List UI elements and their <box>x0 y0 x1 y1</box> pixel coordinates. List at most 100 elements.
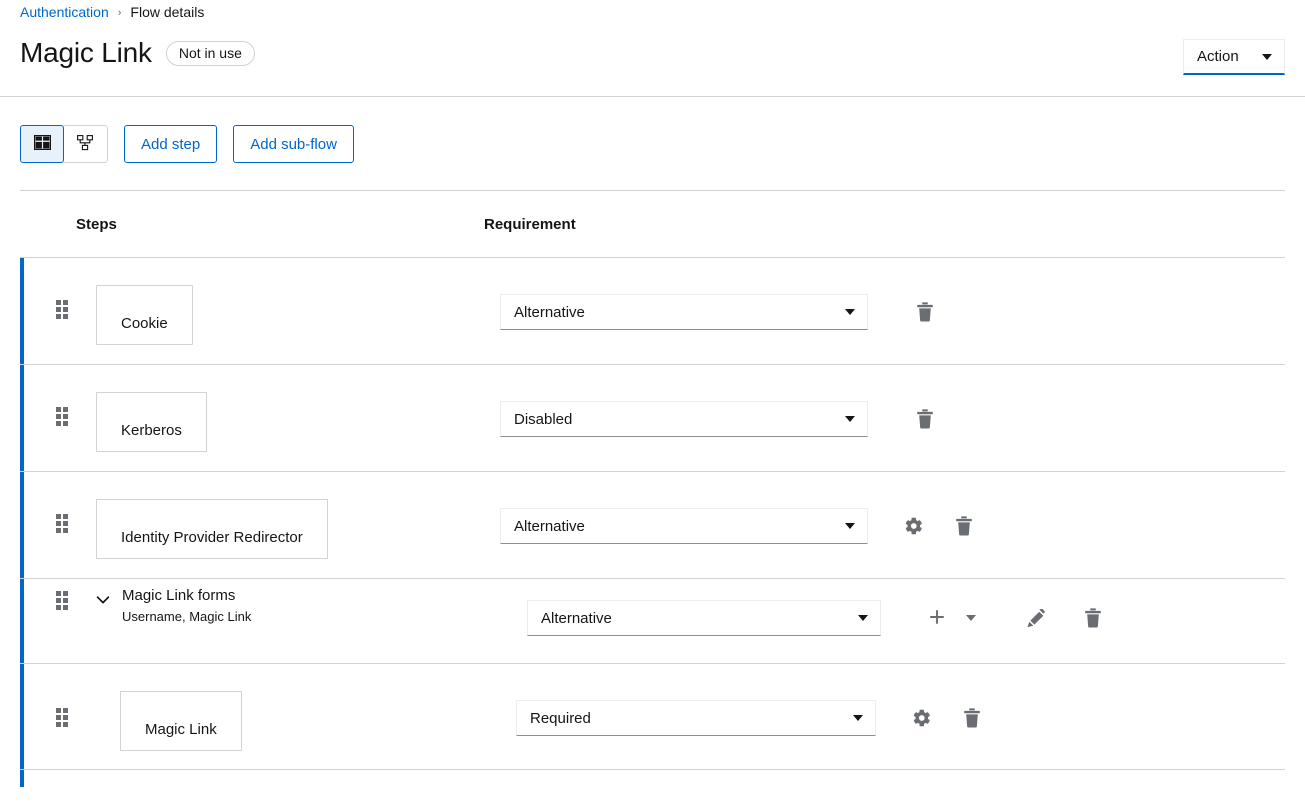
trash-icon[interactable] <box>959 705 985 731</box>
caret-down-icon[interactable] <box>958 605 984 631</box>
plus-icon[interactable] <box>924 605 950 631</box>
page-header: Authentication › Flow details Magic Link… <box>0 0 1305 97</box>
step-cell: Kerberos <box>72 365 464 452</box>
chevron-down-icon <box>845 523 855 529</box>
drag-dot <box>63 314 68 319</box>
gear-icon[interactable] <box>909 705 935 731</box>
drag-dot <box>56 514 61 519</box>
breadcrumb-link-authentication[interactable]: Authentication <box>20 4 109 20</box>
drag-dot <box>63 521 68 526</box>
action-menu-label: Action <box>1197 48 1239 65</box>
requirement-cell: Alternative <box>500 508 977 544</box>
requirement-select-value: Alternative <box>514 517 585 535</box>
drag-handle[interactable] <box>56 407 72 426</box>
diagram-view-toggle[interactable] <box>64 125 108 163</box>
drag-dot <box>56 591 61 596</box>
column-header-steps: Steps <box>76 215 117 233</box>
chevron-down-icon <box>853 715 863 721</box>
title-row: Magic Link Not in use <box>20 36 1285 70</box>
requirement-select[interactable]: Alternative <box>527 600 881 636</box>
step-name-box: Cookie <box>96 285 193 345</box>
drag-dot <box>56 300 61 305</box>
step-name-box: Identity Provider Redirector <box>96 499 328 559</box>
add-subflow-button[interactable]: Add sub-flow <box>233 125 354 163</box>
view-toggle-group <box>20 125 108 163</box>
table-row: Identity Provider Redirector Alternative <box>20 471 1285 578</box>
drag-handle[interactable] <box>56 300 72 319</box>
page-title: Magic Link <box>20 37 152 68</box>
drag-dot <box>63 421 68 426</box>
drag-dot <box>56 598 61 603</box>
table-header-row: Steps Requirement <box>20 191 1285 257</box>
drag-dot <box>56 722 61 727</box>
row-actions <box>901 513 977 539</box>
drag-dot <box>63 307 68 312</box>
requirement-select-value: Required <box>530 709 591 727</box>
requirement-cell: Alternative <box>500 294 938 330</box>
drag-dot <box>56 421 61 426</box>
requirement-select[interactable]: Alternative <box>500 508 868 544</box>
flow-rows: Cookie Alternative Kerberos Disabled Identit… <box>20 257 1285 787</box>
drag-dot <box>56 307 61 312</box>
diagram-view-icon <box>77 134 94 154</box>
requirement-cell: Required <box>516 700 985 736</box>
subflow-header: Magic Link forms Username, Magic Link <box>96 587 464 625</box>
drag-dot <box>63 605 68 610</box>
status-badge: Not in use <box>165 40 255 66</box>
step-name-box: Kerberos <box>96 392 207 452</box>
chevron-down-icon <box>858 615 868 621</box>
trash-icon[interactable] <box>912 299 938 325</box>
requirement-select[interactable]: Required <box>516 700 876 736</box>
drag-dot <box>63 715 68 720</box>
subflow-title: Magic Link forms <box>122 587 236 604</box>
step-cell: Identity Provider Redirector <box>72 472 464 559</box>
breadcrumb: Authentication › Flow details <box>20 0 1285 20</box>
drag-dot <box>56 708 61 713</box>
drag-dot <box>56 407 61 412</box>
drag-dot <box>63 414 68 419</box>
chevron-down-icon <box>1262 53 1272 60</box>
trash-icon[interactable] <box>1080 605 1106 631</box>
drag-dot <box>56 715 61 720</box>
drag-dot <box>63 528 68 533</box>
drag-dot <box>63 407 68 412</box>
trash-icon[interactable] <box>912 406 938 432</box>
table-view-toggle[interactable] <box>20 125 64 163</box>
table-row: Magic Link forms Username, Magic Link Alte… <box>20 578 1285 663</box>
table-view-icon <box>33 135 51 153</box>
caret-down-glyph <box>966 615 976 621</box>
trash-icon[interactable] <box>951 513 977 539</box>
column-header-requirement: Requirement <box>484 215 576 233</box>
drag-handle[interactable] <box>56 591 72 610</box>
subflow-texts: Magic Link forms Username, Magic Link <box>122 587 251 625</box>
drag-dot <box>56 314 61 319</box>
requirement-select[interactable]: Alternative <box>500 294 868 330</box>
row-actions <box>924 605 1106 631</box>
step-name-box: Magic Link <box>120 691 242 751</box>
drag-dot <box>56 605 61 610</box>
drag-handle[interactable] <box>56 708 72 727</box>
requirement-select-value: Disabled <box>514 410 573 428</box>
step-cell: Cookie <box>72 258 464 345</box>
drag-dot <box>63 514 68 519</box>
chevron-down-icon[interactable] <box>96 593 110 607</box>
toolbar: Add step Add sub-flow <box>0 97 1305 191</box>
action-menu-button[interactable]: Action <box>1183 39 1285 75</box>
requirement-select-value: Alternative <box>541 609 612 627</box>
drag-dot <box>56 521 61 526</box>
pencil-icon[interactable] <box>1023 605 1049 631</box>
requirement-select-value: Alternative <box>514 303 585 321</box>
gear-icon[interactable] <box>901 513 927 539</box>
table-row: Kerberos Disabled <box>20 364 1285 471</box>
drag-dot <box>63 598 68 603</box>
table-row: Magic Link Required <box>20 663 1285 770</box>
table-row: Cookie Alternative <box>20 257 1285 364</box>
drag-dot <box>63 708 68 713</box>
step-cell: Magic Link <box>72 664 464 751</box>
drag-handle[interactable] <box>56 514 72 533</box>
add-step-button[interactable]: Add step <box>124 125 218 163</box>
requirement-select[interactable]: Disabled <box>500 401 868 437</box>
chevron-down-icon <box>845 416 855 422</box>
chevron-down-icon <box>845 309 855 315</box>
row-actions <box>912 406 938 432</box>
